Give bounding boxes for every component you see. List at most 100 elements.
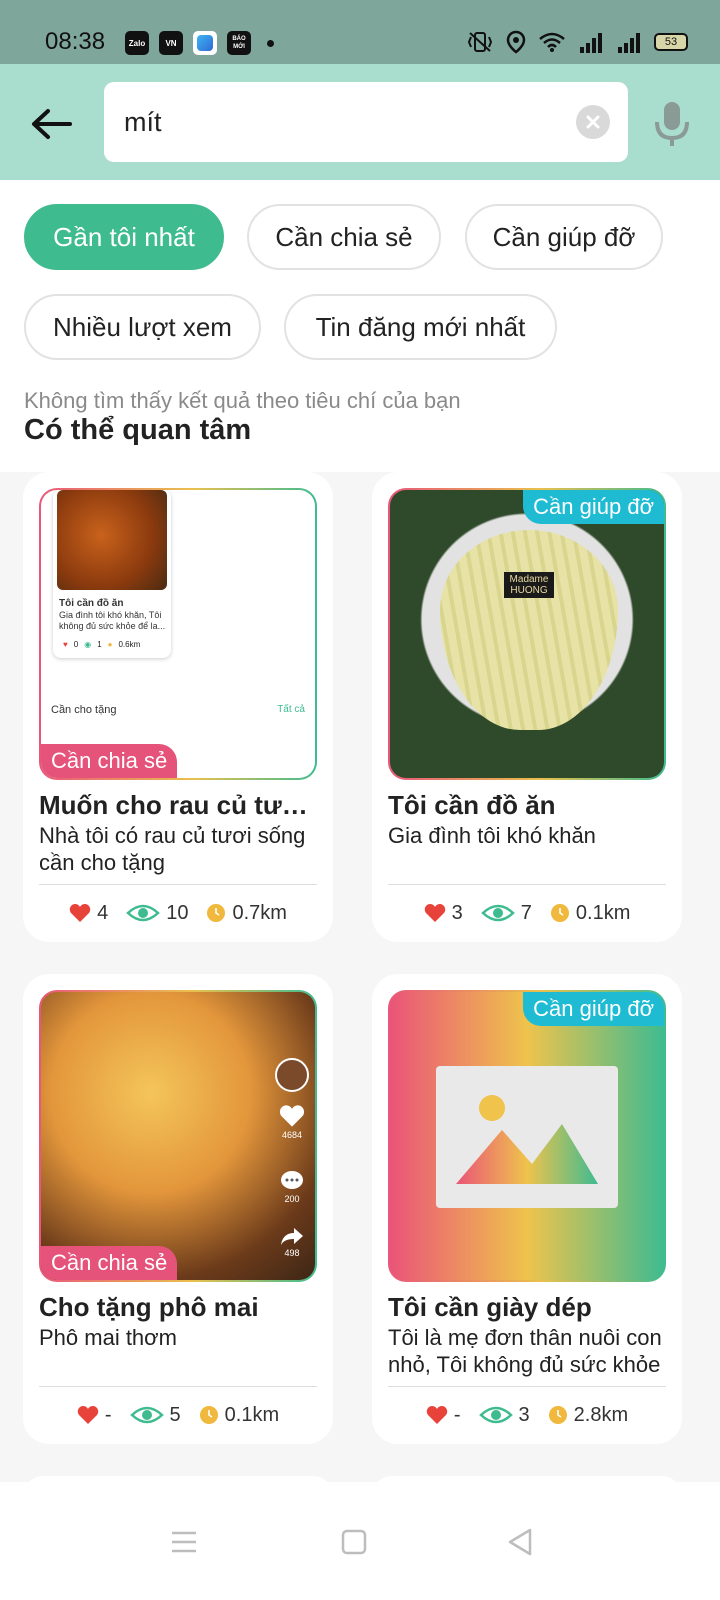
post-card[interactable]: Tôi cần đồ ăn Gia đình tôi khó khăn, Tôi… [23,472,333,942]
distance-value: 0.1km [224,1403,280,1426]
back-button[interactable] [28,100,76,148]
mini-section-label: Cần cho tặng [51,704,117,716]
section-title: Có thể quan tâm [24,414,252,446]
mini-desc: Gia đình tôi khó khăn, Tôi không đủ sức … [59,610,166,631]
card-description: Tôi là mẹ đơn thân nuôi con nhỏ, Tôi khô… [388,1325,662,1377]
heart-icon [69,904,91,922]
system-nav-bar [0,1482,720,1600]
likes-count: 4 [97,901,109,924]
post-card[interactable]: 4684 200 498 Cần chia sẻ Cho tặng phô ma… [23,974,333,1444]
card-divider [388,1386,666,1387]
card-stats: - 5 0.1km [23,1400,333,1430]
card-description: Gia đình tôi khó khăn [388,823,596,848]
filter-chip-need-help[interactable]: Cần giúp đỡ [465,204,663,270]
card-title: Tôi cần giày dép [388,1292,592,1322]
distance-value: 0.7km [232,901,287,924]
likes-count: 3 [451,901,463,924]
distance-value: 0.1km [575,901,631,924]
clock-icon [207,904,226,922]
card-title: Tôi cần đồ ăn [388,790,556,820]
screenshot-post-card: Tôi cần đồ ăn Gia đình tôi khó khăn, Tôi… [53,490,171,658]
tag-need-share: Cần chia sẻ [41,1246,178,1280]
mini-views: 1 [97,640,102,649]
microphone-icon [655,102,689,146]
signal-icon [580,33,602,53]
likes-stat: 4 [69,902,108,925]
video-like-count: 4684 [281,1130,303,1140]
mini-stats: ♥ 0 ◉ 1 ● 0.6km [63,640,140,649]
microphone-button[interactable] [652,100,692,148]
likes-stat: - [426,1404,461,1427]
likes-stat: 3 [424,902,463,925]
heart-icon [424,904,445,922]
views-stat: 5 [129,1403,181,1427]
mini-distance: 0.6km [118,640,141,649]
eye-icon [478,1406,513,1424]
distance-value: 2.8km [573,1403,629,1426]
zalo-app-icon: Zalo [125,31,149,55]
heart-cake [440,530,618,730]
vibrate-icon [467,32,493,52]
system-back-button[interactable] [500,1522,540,1562]
video-share-action: 498 [279,1226,305,1258]
card-image-frame: Cần giúp đỡ [388,990,666,1282]
share-icon [281,1228,303,1245]
mini-eye-icon: ◉ [84,640,92,649]
distance-stat: 0.1km [550,902,630,925]
card-image-frame: Madame HUONG Cần giúp đỡ [388,488,666,780]
card-stats: - 3 2.8km [372,1400,682,1430]
creator-avatar [275,1058,309,1092]
recent-apps-button[interactable] [164,1522,204,1562]
triangle-back-icon [508,1528,532,1556]
mini-see-all: Tất cả [277,704,305,715]
likes-count: - [453,1403,461,1426]
card-divider [39,1386,317,1387]
battery-icon: 53 [654,33,688,51]
clock-icon [548,1406,567,1424]
video-comment-count: 200 [284,1194,300,1204]
likes-count: - [104,1403,112,1426]
image-placeholder-icon [436,1066,618,1208]
filter-chip-newest[interactable]: Tin đăng mới nhất [284,294,557,360]
search-input[interactable] [124,104,544,140]
arrow-left-icon [32,109,72,139]
clock-icon [199,1406,218,1424]
card-description: Nhà tôi có rau củ tươi sống cần cho tặng [39,823,306,875]
mini-likes: 0 [73,640,79,649]
vn-app-icon: VN [159,31,183,55]
card-image-frame: 4684 200 498 Cần chia sẻ [39,990,317,1282]
no-result-text: Không tìm thấy kết quả theo tiêu chí của… [24,388,461,413]
heart-icon [426,1406,448,1424]
square-home-icon [341,1529,367,1555]
location-icon [506,30,526,54]
views-count: 5 [169,1403,181,1426]
video-comment-action: 200 [279,1170,305,1204]
filter-chip-nearest[interactable]: Gần tôi nhất [24,204,224,270]
clear-search-button[interactable] [576,105,610,139]
search-header [0,64,720,180]
card-image-frame: Tôi cần đồ ăn Gia đình tôi khó khăn, Tôi… [39,488,317,780]
filter-chip-most-viewed[interactable]: Nhiều lượt xem [24,294,261,360]
views-count: 10 [166,901,189,924]
filter-chip-need-share[interactable]: Cần chia sẻ [247,204,441,270]
menu-icon [172,1531,196,1553]
video-share-count: 498 [284,1248,300,1258]
views-count: 3 [518,1403,530,1426]
search-box[interactable] [104,82,628,162]
post-card[interactable]: Madame HUONG Cần giúp đỡ Tôi cần đồ ăn G… [372,472,682,942]
eye-icon [126,904,161,922]
signal-icon-2 [618,33,640,53]
baomoi-app-icon: BÁO MỚI [227,31,251,55]
mini-title: Tôi cần đồ ăn [59,598,124,609]
status-indicators: 53 [466,30,688,54]
mini-heart-icon: ♥ [63,640,68,649]
notification-dot-icon [267,39,274,47]
cake-logo: Madame HUONG [504,572,554,598]
status-time: 08:38 [45,28,106,55]
card-image: Tôi cần đồ ăn Gia đình tôi khó khăn, Tôi… [41,490,315,778]
status-bar: 08:38 Zalo VN BÁO MỚI 53 [0,0,720,64]
card-image: Madame HUONG [390,490,664,778]
post-card[interactable]: Cần giúp đỡ Tôi cần giày dép Tôi là mẹ đ… [372,974,682,1444]
home-button[interactable] [334,1522,374,1562]
views-count: 7 [520,901,532,924]
